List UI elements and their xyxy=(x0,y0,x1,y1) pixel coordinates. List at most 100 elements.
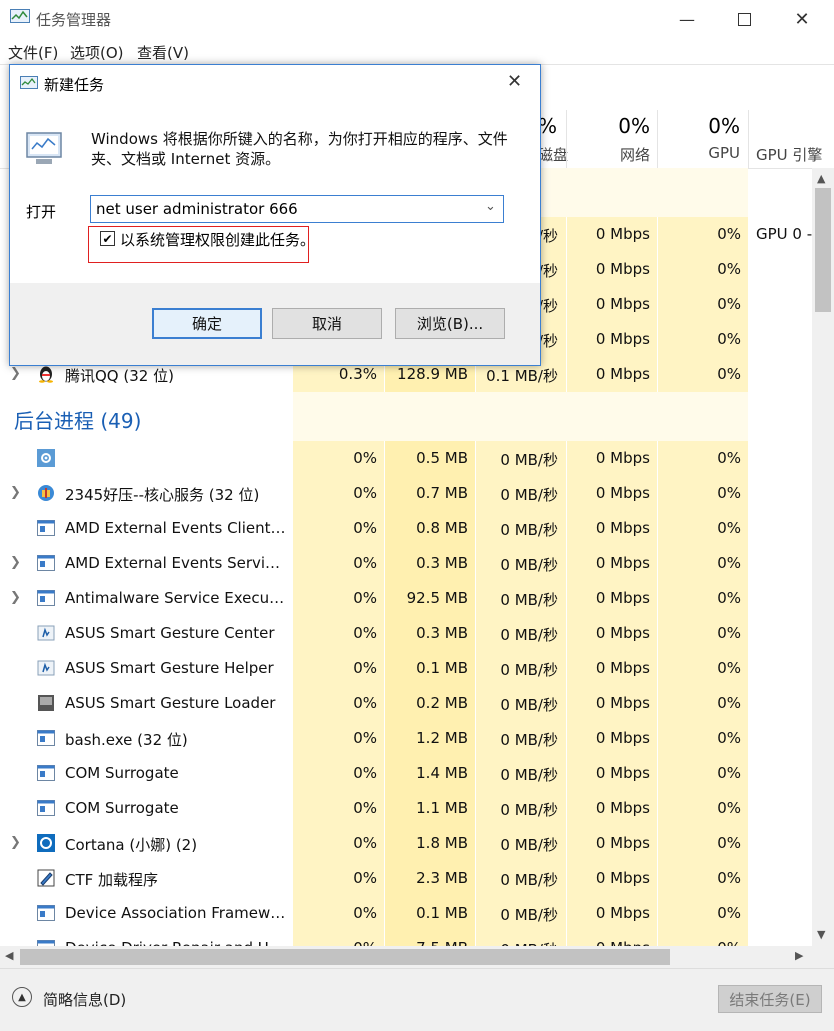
window-app-icon xyxy=(37,519,55,537)
disk-cell: 0 MB/秒 xyxy=(500,731,558,749)
chevron-right-icon[interactable]: ❯ xyxy=(10,555,21,570)
network-cell: 0 Mbps xyxy=(595,449,650,467)
qq-penguin-icon xyxy=(37,365,55,383)
gesture-icon xyxy=(37,624,55,642)
network-column-header[interactable]: 网络 xyxy=(570,144,650,165)
table-row[interactable]: bash.exe (32 位) 0% 1.2 MB 0 MB/秒 0 Mbps 0% xyxy=(0,721,812,756)
network-cell: 0 Mbps xyxy=(595,904,650,922)
table-row[interactable]: ❯ 2345好压--核心服务 (32 位) 0% 0.7 MB 0 MB/秒 0 Mbps… xyxy=(0,476,812,511)
loader-icon xyxy=(37,694,55,712)
memory-cell: 2.3 MB xyxy=(416,869,468,887)
memory-cell: 0.5 MB xyxy=(416,449,468,467)
close-button[interactable]: ✕ xyxy=(779,0,825,38)
table-row[interactable]: ❯ Cortana (小娜) (2) 0% 1.8 MB 0 MB/秒 0 Mbps 0% xyxy=(0,826,812,861)
cpu-cell: 0% xyxy=(353,484,377,502)
horizontal-scroll-thumb[interactable] xyxy=(20,949,670,965)
table-row[interactable]: ASUS Smart Gesture Loader 0% 0.2 MB 0 MB/秒 0… xyxy=(0,686,812,721)
cancel-button[interactable]: 取消 xyxy=(272,308,382,339)
chevron-up-icon[interactable]: ▲ xyxy=(12,987,32,1007)
checkmark-icon: ✔ xyxy=(102,231,113,246)
table-row[interactable]: ❯ Antimalware Service Executa... 0% 92.5 MB… xyxy=(0,581,812,616)
browse-button[interactable]: 浏览(B)... xyxy=(395,308,505,339)
group-header-band xyxy=(293,392,748,441)
chevron-right-icon[interactable]: ❯ xyxy=(10,366,21,381)
cpu-cell: 0% xyxy=(353,449,377,467)
gpu-cell: 0% xyxy=(717,330,741,348)
disk-cell: 0 MB/秒 xyxy=(500,591,558,609)
scroll-left-icon[interactable]: ◀ xyxy=(5,949,13,962)
command-input[interactable]: net user administrator 666 ⌄ xyxy=(90,195,504,223)
gpu-engine-column-header[interactable]: GPU 引擎 xyxy=(756,144,822,165)
table-row[interactable]: ❯ AMD External Events Service... 0% 0.3 MB 0… xyxy=(0,546,812,581)
end-task-button[interactable]: 结束任务(E) xyxy=(718,985,822,1013)
admin-checkbox-label[interactable]: 以系统管理权限创建此任务。 xyxy=(120,229,315,250)
process-name: ASUS Smart Gesture Loader xyxy=(65,694,276,712)
disk-cell: 0 MB/秒 xyxy=(476,939,558,946)
scroll-thumb[interactable] xyxy=(815,188,831,312)
chevron-down-icon[interactable]: ⌄ xyxy=(485,199,496,214)
disk-column-header[interactable]: 磁盘 xyxy=(538,144,568,165)
network-cell: 0 Mbps xyxy=(595,260,650,278)
close-icon: ✕ xyxy=(794,8,810,30)
menu-file[interactable]: 文件(F) xyxy=(8,42,58,63)
chevron-right-icon[interactable]: ❯ xyxy=(10,485,21,500)
chevron-right-icon[interactable]: ❯ xyxy=(10,590,21,605)
scroll-right-icon[interactable]: ▶ xyxy=(795,949,803,962)
gpu-cell: 0% xyxy=(717,449,741,467)
table-row[interactable]: ASUS Smart Gesture Helper 0% 0.1 MB 0 MB/秒 0… xyxy=(0,651,812,686)
divider xyxy=(748,110,749,168)
scroll-down-icon[interactable]: ▼ xyxy=(817,928,825,941)
gpu-cell: 0% xyxy=(717,554,741,572)
process-list: 0% 0.5 MB 0 MB/秒 0 Mbps 0% ❯ 2345好压--核心服务 (32 … xyxy=(0,441,812,946)
disk-cell: 0 MB/秒 xyxy=(500,556,558,574)
admin-checkbox[interactable]: ✔ xyxy=(100,231,115,246)
process-name: Cortana (小娜) (2) xyxy=(65,836,198,854)
dialog-close-icon[interactable]: ✕ xyxy=(507,71,522,92)
table-row[interactable]: ASUS Smart Gesture Center 0% 0.3 MB 0 MB/秒 0… xyxy=(0,616,812,651)
process-name: ASUS Smart Gesture Center xyxy=(65,624,275,642)
menu-view[interactable]: 查看(V) xyxy=(137,42,189,63)
cortana-icon xyxy=(37,834,55,852)
table-row[interactable]: AMD External Events Client ... 0% 0.8 MB 0 … xyxy=(0,511,812,546)
section-title[interactable]: 后台进程 (49) xyxy=(14,405,141,434)
table-row[interactable]: COM Surrogate 0% 1.4 MB 0 MB/秒 0 Mbps 0% xyxy=(0,756,812,791)
fewer-details-button[interactable]: 简略信息(D) xyxy=(43,989,126,1010)
disk-cell: 0.1 MB/秒 xyxy=(486,367,558,385)
table-row[interactable]: Device Driver Repair and Up... 0% 7.5 MB 0 … xyxy=(0,931,812,946)
memory-cell: 0.2 MB xyxy=(416,694,468,712)
table-row[interactable]: CTF 加载程序 0% 2.3 MB 0 MB/秒 0 Mbps 0% xyxy=(0,861,812,896)
process-name: COM Surrogate xyxy=(65,764,179,782)
memory-cell: 0.1 MB xyxy=(416,659,468,677)
window-app-icon xyxy=(37,554,55,572)
memory-cell: 0.8 MB xyxy=(416,519,468,537)
maximize-button[interactable] xyxy=(721,0,767,38)
new-task-dialog: 新建任务 ✕ Windows 将根据你所键入的名称，为你打开相应的程序、文件夹、… xyxy=(9,64,541,366)
window-app-icon xyxy=(37,589,55,607)
gpu-cell: 0% xyxy=(717,519,741,537)
disk-cell: 0 MB/秒 xyxy=(500,766,558,784)
vertical-scrollbar[interactable]: ▲ ▼ xyxy=(812,168,834,946)
network-cell: 0 Mbps xyxy=(595,295,650,313)
cpu-cell: 0% xyxy=(353,764,377,782)
divider xyxy=(566,110,567,168)
menu-options[interactable]: 选项(O) xyxy=(70,42,124,63)
network-cell: 0 Mbps xyxy=(595,519,650,537)
table-row[interactable]: COM Surrogate 0% 1.1 MB 0 MB/秒 0 Mbps 0% xyxy=(0,791,812,826)
process-name: Device Driver Repair and Up... xyxy=(65,939,287,946)
gpu-cell: 0% xyxy=(717,659,741,677)
table-row[interactable]: Device Association Framewo... 0% 0.1 MB 0 M… xyxy=(0,896,812,931)
gpu-column-header[interactable]: GPU xyxy=(660,144,740,162)
memory-cell: 0.7 MB xyxy=(416,484,468,502)
dialog-title: 新建任务 xyxy=(44,76,105,94)
horizontal-scrollbar[interactable]: ◀ ▶ xyxy=(0,946,834,968)
minimize-button[interactable]: — xyxy=(664,0,710,38)
gpu-cell: 0% xyxy=(717,729,741,747)
ok-button[interactable]: 确定 xyxy=(152,308,262,339)
cpu-cell: 0% xyxy=(353,799,377,817)
menu-bar: 文件(F) 选项(O) 查看(V) xyxy=(0,38,834,64)
disk-cell: 0 MB/秒 xyxy=(500,486,558,504)
memory-cell: 1.8 MB xyxy=(416,834,468,852)
chevron-right-icon[interactable]: ❯ xyxy=(10,835,21,850)
scroll-up-icon[interactable]: ▲ xyxy=(817,172,825,185)
table-row[interactable]: 0% 0.5 MB 0 MB/秒 0 Mbps 0% xyxy=(0,441,812,476)
